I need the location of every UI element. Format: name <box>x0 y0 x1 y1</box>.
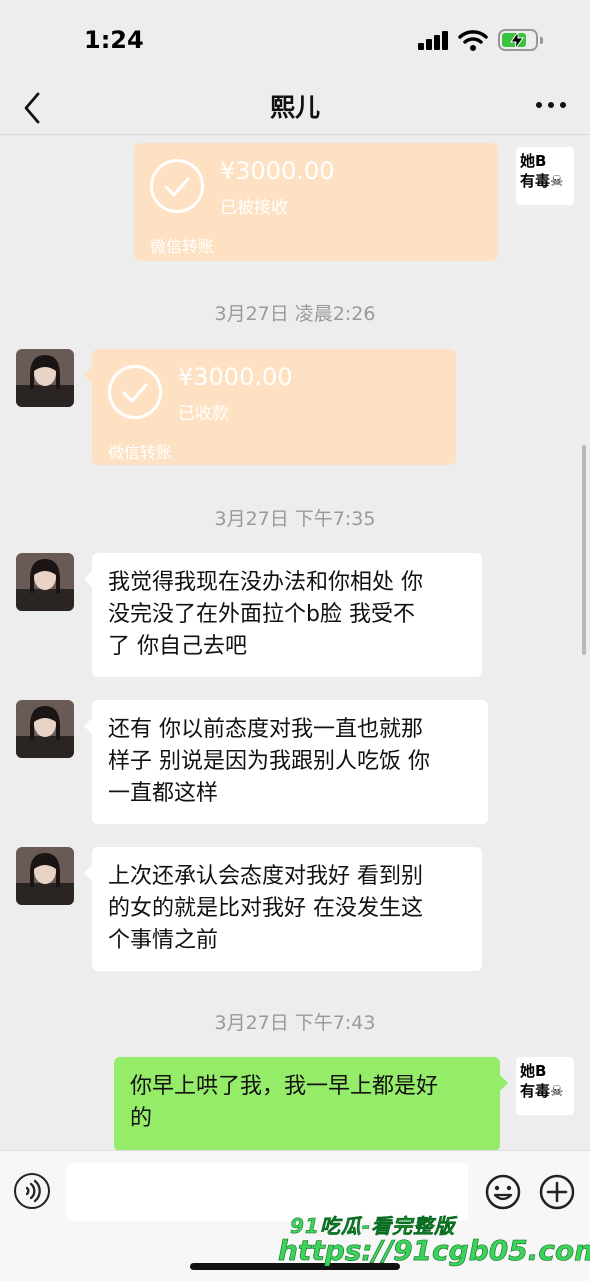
self-avatar[interactable]: 她B 有毒☠ <box>516 1057 574 1115</box>
message-bubble-received[interactable]: 还有 你以前态度对我一直也就那 样子 别说是因为我跟别人吃饭 你 一直都这样 <box>84 700 488 824</box>
more-options-icon[interactable] <box>536 90 566 120</box>
timestamp: 3月27日 下午7:35 <box>214 508 376 530</box>
message-bubble-received[interactable]: 上次还承认会态度对我好 看到别 的女的就是比对我好 在没发生这 个事情之前 <box>84 847 482 971</box>
watermark-url: https://91cgb05.com <box>278 1234 590 1268</box>
transfer-card-received[interactable]: ¥3000.00 已收款 微信转账 <box>84 349 456 465</box>
transfer-amount: ¥3000.00 <box>220 157 335 185</box>
transfer-label: 微信转账 <box>108 443 173 462</box>
check-circle-icon <box>108 365 162 419</box>
scrollbar[interactable] <box>582 445 586 655</box>
status-time: 1:24 <box>84 26 144 54</box>
message-list[interactable]: ¥3000.00 已被接收 微信转账 她B 有毒☠ 3月27日 凌晨2:26 ¥… <box>0 135 590 1150</box>
message-bubble-received[interactable]: 我觉得我现在没办法和你相处 你 没完没了在外面拉个b脸 我受不 了 你自己去吧 <box>84 553 482 677</box>
timestamp: 3月27日 下午7:43 <box>214 1012 376 1034</box>
transfer-card-sent[interactable]: ¥3000.00 已被接收 微信转账 <box>134 143 498 261</box>
plus-icon[interactable] <box>538 1173 576 1211</box>
voice-icon[interactable] <box>14 1173 50 1209</box>
transfer-label: 微信转账 <box>150 237 215 256</box>
check-circle-icon <box>150 159 204 213</box>
chat-header: 熙儿 <box>0 80 590 135</box>
cellular-signal-icon <box>418 30 450 50</box>
contact-avatar[interactable] <box>16 553 74 611</box>
contact-avatar[interactable] <box>16 847 74 905</box>
transfer-amount: ¥3000.00 <box>178 363 293 391</box>
self-avatar[interactable]: 她B 有毒☠ <box>516 147 574 205</box>
contact-avatar[interactable] <box>16 700 74 758</box>
status-bar: 1:24 <box>0 0 590 80</box>
battery-icon <box>498 29 543 51</box>
wifi-icon <box>458 30 488 51</box>
timestamp: 3月27日 凌晨2:26 <box>214 303 376 325</box>
emoji-icon[interactable] <box>484 1173 522 1211</box>
message-bubble-sent[interactable]: 你早上哄了我，我一早上都是好 的 <box>114 1057 508 1150</box>
status-icons <box>418 28 543 54</box>
transfer-status: 已被接收 <box>220 198 288 218</box>
contact-avatar[interactable] <box>16 349 74 407</box>
chat-title: 熙儿 <box>269 93 320 122</box>
transfer-status: 已收款 <box>178 404 229 424</box>
